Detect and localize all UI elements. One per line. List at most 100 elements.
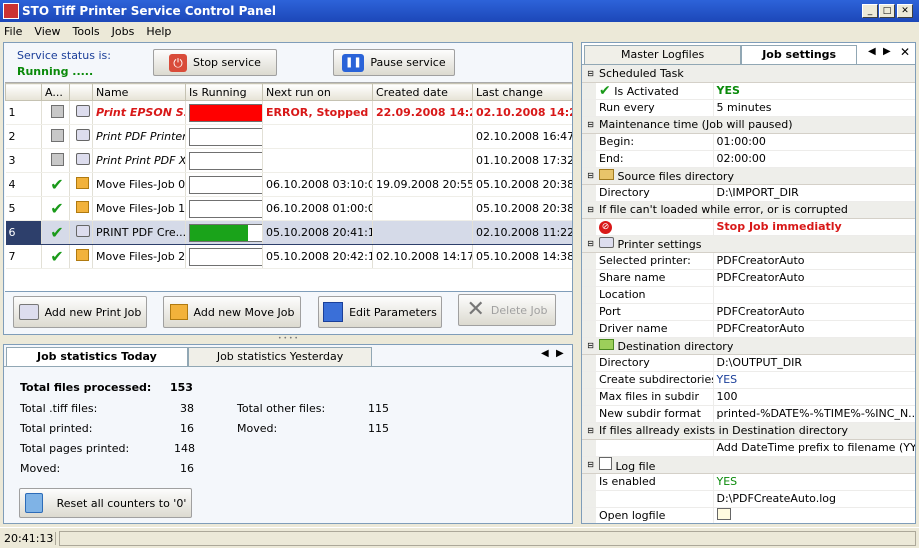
header-next-run[interactable]: Next run on [262,83,373,101]
collapse-icon[interactable]: ⊟ [582,235,596,253]
tab-job-settings[interactable]: Job settings [741,45,858,64]
property-row[interactable]: Selected printer: PDFCreatorAuto [582,252,915,270]
property-value[interactable]: PDFCreatorAuto [713,269,915,287]
table-row[interactable]: 6 ✔ PRINT PDF Cre... 05.10.2008 20:41:10 02.… [5,220,572,245]
header-created[interactable]: Created date [372,83,473,101]
property-value[interactable]: YES [713,82,915,100]
menu-jobs[interactable]: Jobs [112,25,135,38]
property-row[interactable]: Driver name PDFCreatorAuto [582,320,915,338]
collapse-icon[interactable]: ⊟ [582,456,596,474]
header-type[interactable] [69,83,93,101]
collapse-icon[interactable]: ⊟ [582,116,596,134]
header-last-change[interactable]: Last change [472,83,572,101]
menu-help[interactable]: Help [146,25,171,38]
delete-job-button[interactable]: ✕ Delete Job [458,294,556,326]
property-value[interactable]: Add DateTime prefix to filename (YYYY... [713,439,915,457]
collapse-icon[interactable]: ⊟ [582,201,596,219]
header-number[interactable] [5,83,42,101]
tab-stats-today[interactable]: Job statistics Today [6,347,188,366]
property-row[interactable]: Create subdirectories YES [582,371,915,389]
property-row[interactable]: Directory D:\OUTPUT_DIR [582,354,915,372]
property-row[interactable]: ✔ Is Activated YES [582,82,915,100]
check-icon[interactable]: ✔ [50,247,63,266]
vertical-splitter[interactable] [575,42,579,524]
header-name[interactable]: Name [92,83,186,101]
table-row[interactable]: 2 Print PDF Printer 02.10.2008 16:47 [5,124,572,149]
reset-counters-button[interactable]: Reset all counters to '0' [19,488,192,518]
inactive-checkbox[interactable] [50,128,64,142]
property-row[interactable]: Begin: 01:00:00 [582,133,915,151]
edit-icon[interactable] [716,508,731,520]
property-category[interactable]: ⊟ Scheduled Task [582,65,915,83]
property-row[interactable]: Run every 5 minutes [582,99,915,117]
property-category[interactable]: ⊟ If file can't loaded while error, or is… [582,201,915,219]
property-value[interactable]: 100 [713,388,915,406]
tab-stats-yesterday[interactable]: Job statistics Yesterday [187,347,373,366]
property-value[interactable]: 01:00:00 [713,133,915,151]
collapse-icon[interactable]: ⊟ [582,422,596,440]
menu-view[interactable]: View [34,25,60,38]
tab-master-logfiles[interactable]: Master Logfiles [584,45,742,64]
stats-tab-prev-icon[interactable]: ◀ [541,348,549,359]
property-value[interactable]: PDFCreatorAuto [713,252,915,270]
check-icon[interactable]: ✔ [50,175,63,194]
property-value[interactable]: D:\PDFCreateAuto.log [713,490,915,508]
property-value[interactable]: YES [713,371,915,389]
header-is-running[interactable]: Is Running [185,83,263,101]
property-value[interactable] [713,286,915,304]
add-move-job-button[interactable]: Add new Move Job [163,296,301,328]
minimize-button[interactable]: _ [862,4,878,18]
property-value[interactable] [713,507,915,523]
property-value[interactable]: YES [713,473,915,491]
property-category[interactable]: ⊟ Source files directory [582,167,915,185]
header-active[interactable]: A... [41,83,70,101]
collapse-icon[interactable]: ⊟ [582,337,596,355]
maximize-button[interactable]: □ [879,4,895,18]
property-category[interactable]: ⊟ Destination directory [582,337,915,355]
property-value[interactable]: PDFCreatorAuto [713,320,915,338]
property-row[interactable]: D:\PDFCreateAuto.log [582,490,915,508]
property-row[interactable]: Is enabled YES [582,473,915,491]
property-value[interactable]: PDFCreatorAuto [713,303,915,321]
property-category[interactable]: ⊟ Maintenance time (Job will paused) [582,116,915,134]
settings-tab-next-icon[interactable]: ▶ [883,46,891,57]
close-button[interactable]: ✕ [897,4,913,18]
inactive-checkbox[interactable] [50,152,64,166]
property-category[interactable]: ⊟ Log file [582,456,915,474]
property-row[interactable]: End: 02:00:00 [582,150,915,168]
property-category[interactable]: ⊟ Printer settings [582,235,915,253]
property-value[interactable]: D:\IMPORT_DIR [713,184,915,202]
property-row[interactable]: Max files in subdir 100 [582,388,915,406]
property-row[interactable]: Port PDFCreatorAuto [582,303,915,321]
table-row[interactable]: 7 ✔ Move Files-Job 2 05.10.2008 20:42:10 02.… [5,244,572,269]
inactive-checkbox[interactable] [50,104,64,118]
property-row[interactable]: ⊘ Stop Job immediatly [582,218,915,236]
property-row[interactable]: Directory D:\IMPORT_DIR [582,184,915,202]
stats-tab-next-icon[interactable]: ▶ [556,348,564,359]
edit-parameters-button[interactable]: Edit Parameters [318,296,442,328]
property-row[interactable]: Share name PDFCreatorAuto [582,269,915,287]
table-row[interactable]: 3 Print Print PDF XP 01.10.2008 17:32 [5,148,572,173]
add-print-job-button[interactable]: Add new Print Job [13,296,147,328]
table-row[interactable]: 1 Print EPSON S... ERROR, Stopped22.09.200… [5,100,572,125]
collapse-icon[interactable]: ⊟ [582,65,596,83]
collapse-icon[interactable]: ⊟ [582,167,596,185]
property-value[interactable]: 02:00:00 [713,150,915,168]
menu-file[interactable]: File [4,25,22,38]
horizontal-splitter[interactable]: • • • • [3,336,573,342]
check-icon[interactable]: ✔ [50,223,63,242]
property-row[interactable]: Location [582,286,915,304]
stop-service-button[interactable]: ⏻ Stop service [153,49,277,76]
menu-tools[interactable]: Tools [73,25,100,38]
property-row[interactable]: Open logfile [582,507,915,523]
pause-service-button[interactable]: ❚❚ Pause service [333,49,455,76]
property-value[interactable]: Stop Job immediatly [713,218,915,236]
table-row[interactable]: 5 ✔ Move Files-Job 1 06.10.2008 01:00:00 05.… [5,196,572,221]
property-value[interactable]: 5 minutes [713,99,915,117]
check-icon[interactable]: ✔ [50,199,63,218]
property-value[interactable]: printed-%DATE%-%TIME%-%INC_N... [713,405,915,423]
property-row[interactable]: New subdir format printed-%DATE%-%TIME%-%… [582,405,915,423]
property-category[interactable]: ⊟ If files allready exists in Destination… [582,422,915,440]
table-row[interactable]: 4 ✔ Move Files-Job 0 06.10.2008 03:10:00 19.… [5,172,572,197]
settings-tab-prev-icon[interactable]: ◀ [868,46,876,57]
